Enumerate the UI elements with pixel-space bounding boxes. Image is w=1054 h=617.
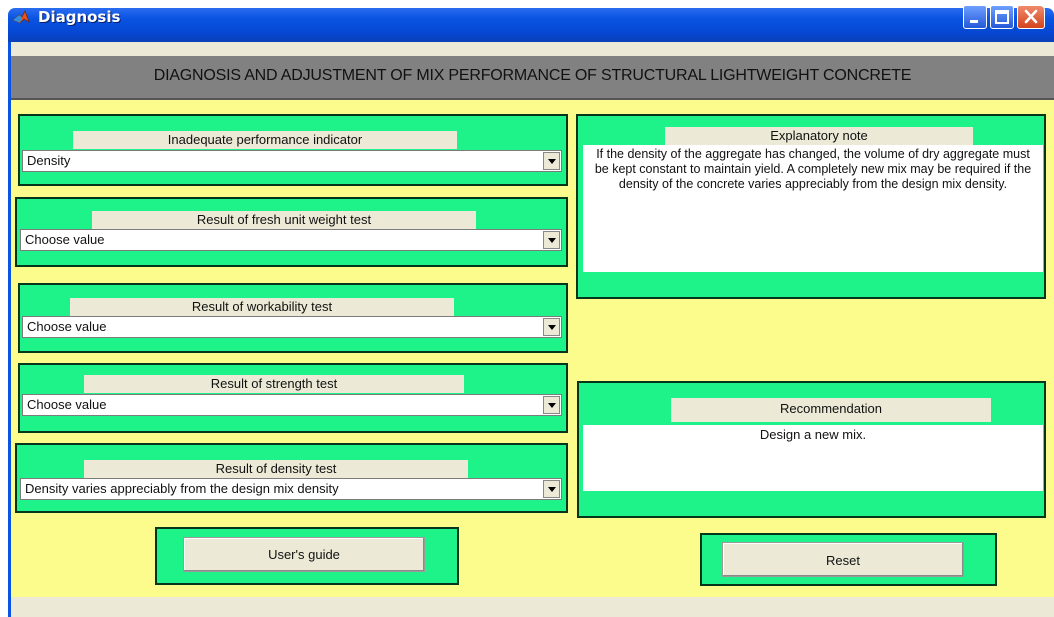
window-title: Diagnosis xyxy=(38,8,121,26)
minimize-button[interactable] xyxy=(963,5,987,29)
title-bar[interactable] xyxy=(8,8,1054,42)
workability-label: Result of workability test xyxy=(70,298,454,316)
recommendation-label: Recommendation xyxy=(671,398,991,422)
strength-select[interactable]: Choose value xyxy=(22,394,562,416)
close-button[interactable] xyxy=(1017,5,1045,29)
strength-label: Result of strength test xyxy=(84,375,464,393)
maximize-icon xyxy=(995,10,1009,24)
recommendation-text: Design a new mix. xyxy=(583,425,1043,491)
fresh-unit-weight-value: Choose value xyxy=(25,232,105,247)
chevron-down-icon[interactable] xyxy=(543,152,560,170)
density-select[interactable]: Density varies appreciably from the desi… xyxy=(20,478,562,500)
explanatory-note-text: If the density of the aggregate has chan… xyxy=(583,145,1043,272)
matlab-icon xyxy=(12,9,30,25)
fresh-unit-weight-select[interactable]: Choose value xyxy=(20,229,562,251)
performance-indicator-select[interactable]: Density xyxy=(22,150,562,172)
workability-value: Choose value xyxy=(27,319,107,334)
minimize-icon xyxy=(970,20,978,23)
page-title: DIAGNOSIS AND ADJUSTMENT OF MIX PERFORMA… xyxy=(153,67,912,84)
reset-button[interactable]: Reset xyxy=(722,542,964,577)
density-label: Result of density test xyxy=(84,460,468,478)
chevron-down-icon[interactable] xyxy=(543,480,560,498)
status-strip xyxy=(11,597,1054,617)
users-guide-button[interactable]: User's guide xyxy=(183,537,425,572)
performance-indicator-value: Density xyxy=(27,153,71,168)
workability-select[interactable]: Choose value xyxy=(22,316,562,338)
maximize-button[interactable] xyxy=(990,5,1014,29)
strength-value: Choose value xyxy=(27,397,107,412)
density-value: Density varies appreciably from the desi… xyxy=(25,481,339,496)
performance-indicator-label: Inadequate performance indicator xyxy=(73,131,457,149)
fresh-unit-weight-label: Result of fresh unit weight test xyxy=(92,211,476,229)
chevron-down-icon[interactable] xyxy=(543,231,560,249)
close-icon xyxy=(1024,9,1038,24)
explanatory-note-label: Explanatory note xyxy=(665,127,973,145)
menu-strip xyxy=(11,42,1054,56)
chevron-down-icon[interactable] xyxy=(543,396,560,414)
chevron-down-icon[interactable] xyxy=(543,318,560,336)
